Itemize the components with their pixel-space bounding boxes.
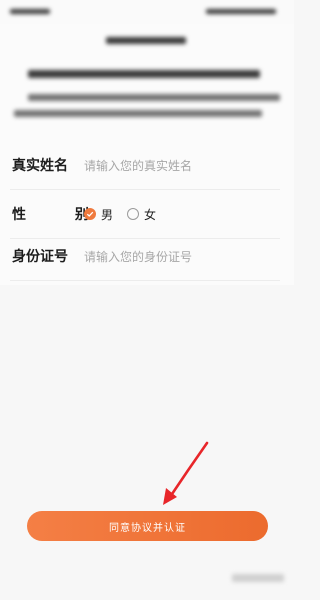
gender-option-female[interactable]: 女 (127, 206, 156, 223)
intro-text-obscured (0, 60, 294, 135)
id-number-input[interactable]: 请输入您的身份证号 (84, 248, 192, 265)
status-bar (0, 0, 294, 24)
agree-and-verify-button[interactable]: 同意协议并认证 (27, 511, 268, 541)
gender-label: 性 别 (12, 207, 111, 223)
status-icons-obscured (206, 9, 276, 14)
header (0, 24, 294, 60)
radio-checked-icon (84, 208, 96, 220)
watermark-blur (232, 574, 284, 582)
intro-line-1 (28, 70, 260, 78)
id-label: 身份证号 (12, 249, 68, 265)
intro-line-3 (14, 110, 262, 117)
gender-option-male[interactable]: 男 (84, 206, 113, 223)
name-label: 真实姓名 (12, 158, 68, 174)
radio-unchecked-icon (127, 208, 140, 220)
name-row: 真实姓名 请输入您的真实姓名 (0, 140, 294, 190)
status-time-obscured (10, 9, 50, 14)
page-title-obscured (106, 37, 186, 44)
identity-form: 真实姓名 请输入您的真实姓名 性 别 男 女 身份证号 请输入您的身份证号 (0, 135, 294, 285)
name-input[interactable]: 请输入您的真实姓名 (84, 157, 192, 174)
intro-line-2 (28, 94, 280, 101)
gender-option-male-label: 男 (101, 207, 114, 222)
gender-option-female-label: 女 (144, 207, 157, 222)
id-row: 身份证号 请输入您的身份证号 (0, 231, 294, 281)
